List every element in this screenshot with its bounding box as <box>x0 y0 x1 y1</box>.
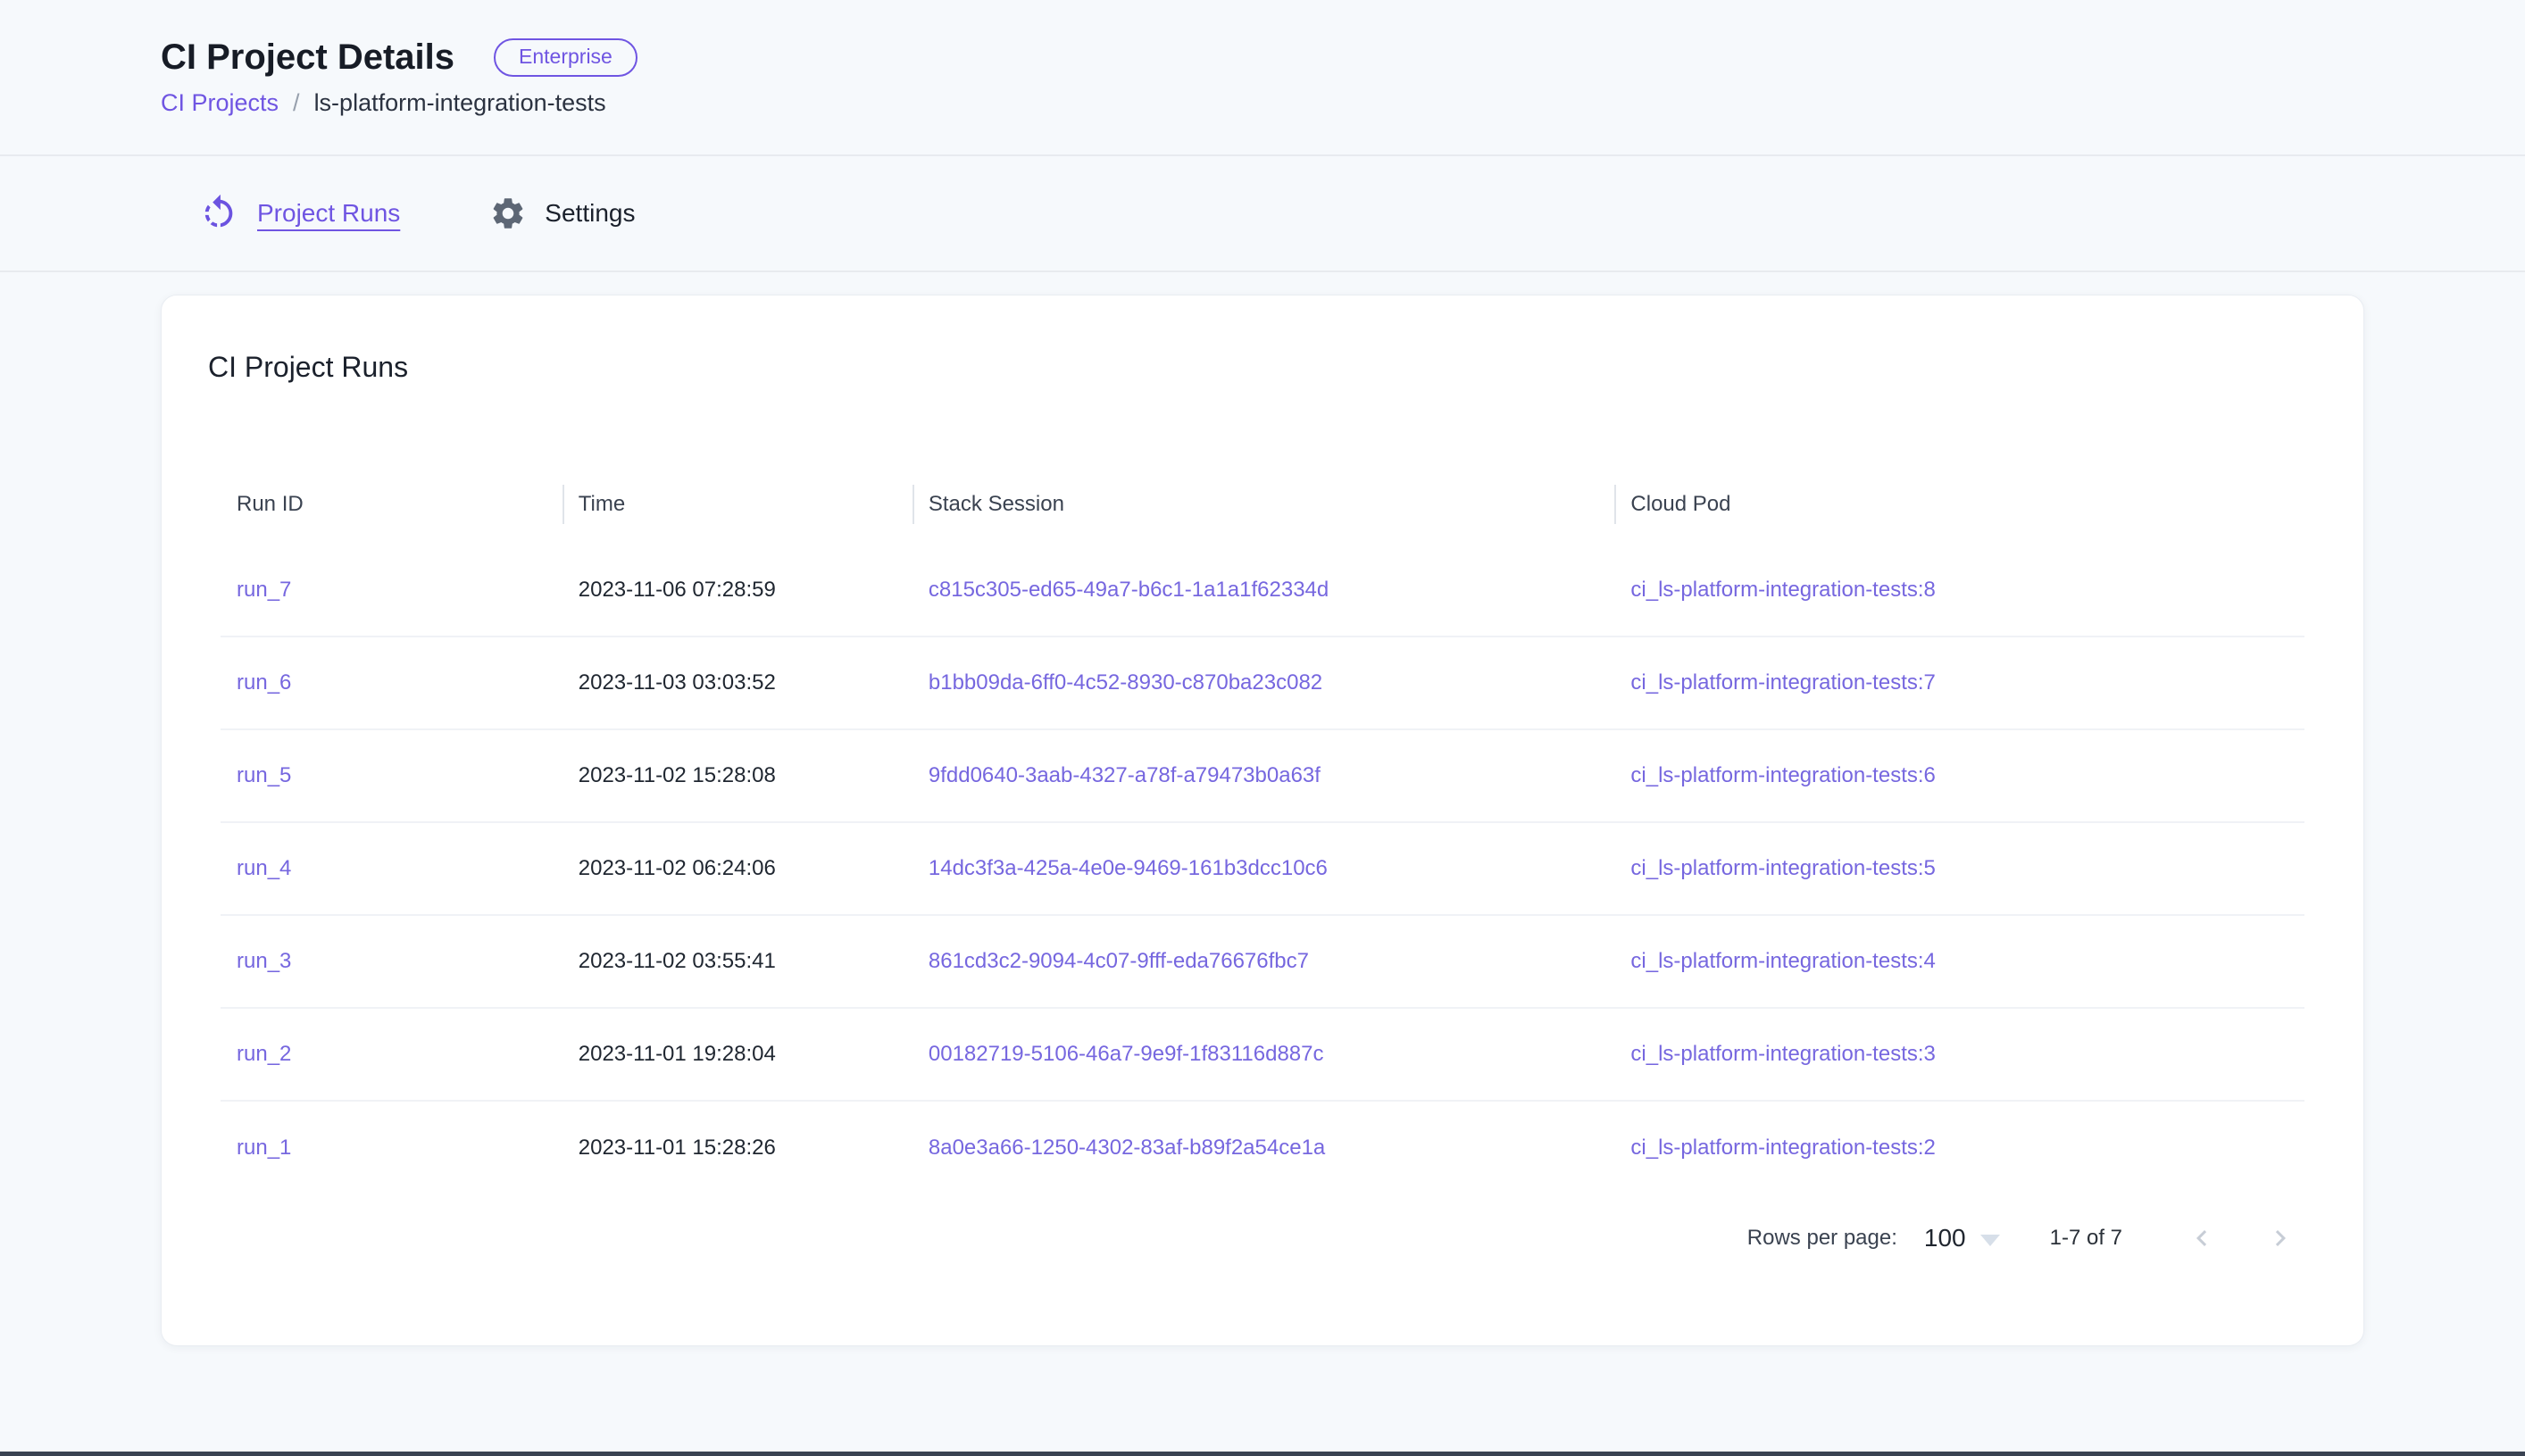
tab-project-runs-label: Project Runs <box>257 199 400 228</box>
table-row: run_6 2023-11-03 03:03:52 b1bb09da-6ff0-… <box>221 636 2304 729</box>
time-cell: 2023-11-02 03:55:41 <box>579 949 776 973</box>
stack-session-link[interactable]: 8a0e3a66-1250-4302-83af-b89f2a54ce1a <box>929 1136 1325 1160</box>
table-header-row: Run ID Time Stack Session Cloud Pod <box>221 465 2304 544</box>
column-header-time: Time <box>562 465 912 544</box>
runs-card: CI Project Runs Run ID Time Stack Sessio… <box>161 295 2364 1346</box>
table-row: run_7 2023-11-06 07:28:59 c815c305-ed65-… <box>221 544 2304 636</box>
tab-project-runs[interactable]: Project Runs <box>198 193 400 234</box>
time-cell: 2023-11-03 03:03:52 <box>579 670 776 695</box>
cloud-pod-link[interactable]: ci_ls-platform-integration-tests:8 <box>1630 578 1935 602</box>
table-row: run_2 2023-11-01 19:28:04 00182719-5106-… <box>221 1008 2304 1101</box>
stack-session-link[interactable]: 9fdd0640-3aab-4327-a78f-a79473b0a63f <box>929 763 1321 787</box>
cloud-pod-link[interactable]: ci_ls-platform-integration-tests:7 <box>1630 670 1935 695</box>
breadcrumb: CI Projects / ls-platform-integration-te… <box>161 89 2364 154</box>
pagination: Rows per page: 100 1-7 of 7 <box>221 1202 2304 1274</box>
stack-session-link[interactable]: c815c305-ed65-49a7-b6c1-1a1a1f62334d <box>929 578 1329 602</box>
run-id-link[interactable]: run_4 <box>237 856 291 880</box>
column-header-stack-session: Stack Session <box>912 465 1615 544</box>
enterprise-badge: Enterprise <box>494 38 638 77</box>
prev-page-button[interactable] <box>2178 1214 2226 1262</box>
breadcrumb-separator: / <box>293 89 300 117</box>
breadcrumb-link-ci-projects[interactable]: CI Projects <box>161 89 279 117</box>
cloud-pod-link[interactable]: ci_ls-platform-integration-tests:4 <box>1630 949 1935 973</box>
run-id-link[interactable]: run_3 <box>237 949 291 973</box>
rows-per-page-value: 100 <box>1924 1224 1966 1252</box>
table-row: run_3 2023-11-02 03:55:41 861cd3c2-9094-… <box>221 915 2304 1008</box>
card-title: CI Project Runs <box>208 349 2317 385</box>
runs-table-body: run_7 2023-11-06 07:28:59 c815c305-ed65-… <box>221 544 2304 1194</box>
cloud-pod-link[interactable]: ci_ls-platform-integration-tests:2 <box>1630 1136 1935 1160</box>
table-row: run_5 2023-11-02 15:28:08 9fdd0640-3aab-… <box>221 729 2304 822</box>
chevron-down-icon <box>1980 1235 2000 1246</box>
stack-session-link[interactable]: 00182719-5106-46a7-9e9f-1f83116d887c <box>929 1042 1324 1066</box>
tabs-divider <box>0 270 2525 272</box>
tab-settings-label: Settings <box>545 199 635 228</box>
time-cell: 2023-11-01 15:28:26 <box>579 1136 776 1160</box>
cloud-pod-link[interactable]: ci_ls-platform-integration-tests:6 <box>1630 763 1935 787</box>
time-cell: 2023-11-06 07:28:59 <box>579 578 776 602</box>
run-id-link[interactable]: run_5 <box>237 763 291 787</box>
tab-bar: Project Runs Settings <box>0 156 2525 270</box>
history-icon <box>198 193 239 234</box>
chevron-left-icon <box>2186 1222 2218 1254</box>
run-id-link[interactable]: run_7 <box>237 578 291 602</box>
cloud-pod-link[interactable]: ci_ls-platform-integration-tests:5 <box>1630 856 1935 880</box>
breadcrumb-current: ls-platform-integration-tests <box>314 89 606 117</box>
chevron-right-icon <box>2264 1222 2296 1254</box>
run-id-link[interactable]: run_2 <box>237 1042 291 1066</box>
next-page-button[interactable] <box>2256 1214 2304 1262</box>
page-title: CI Project Details <box>161 34 454 80</box>
bottom-bar <box>0 1452 2525 1456</box>
stack-session-link[interactable]: 14dc3f3a-425a-4e0e-9469-161b3dcc10c6 <box>929 856 1328 880</box>
time-cell: 2023-11-02 06:24:06 <box>579 856 776 880</box>
gear-icon <box>489 195 527 232</box>
run-id-link[interactable]: run_1 <box>237 1136 291 1160</box>
pagination-range: 1-7 of 7 <box>2050 1226 2122 1251</box>
table-row: run_4 2023-11-02 06:24:06 14dc3f3a-425a-… <box>221 822 2304 915</box>
rows-per-page-label: Rows per page: <box>1747 1226 1897 1251</box>
tab-settings[interactable]: Settings <box>489 195 635 232</box>
column-header-run-id: Run ID <box>221 465 562 544</box>
table-row: run_1 2023-11-01 15:28:26 8a0e3a66-1250-… <box>221 1101 2304 1194</box>
rows-per-page-select[interactable]: 100 <box>1924 1224 2000 1252</box>
cloud-pod-link[interactable]: ci_ls-platform-integration-tests:3 <box>1630 1042 1935 1066</box>
page-header: CI Project Details Enterprise CI Project… <box>0 0 2525 154</box>
time-cell: 2023-11-01 19:28:04 <box>579 1042 776 1066</box>
stack-session-link[interactable]: b1bb09da-6ff0-4c52-8930-c870ba23c082 <box>929 670 1322 695</box>
time-cell: 2023-11-02 15:28:08 <box>579 763 776 787</box>
runs-table: Run ID Time Stack Session Cloud Pod run_… <box>221 465 2304 1194</box>
column-header-cloud-pod: Cloud Pod <box>1614 465 2304 544</box>
run-id-link[interactable]: run_6 <box>237 670 291 695</box>
stack-session-link[interactable]: 861cd3c2-9094-4c07-9fff-eda76676fbc7 <box>929 949 1309 973</box>
